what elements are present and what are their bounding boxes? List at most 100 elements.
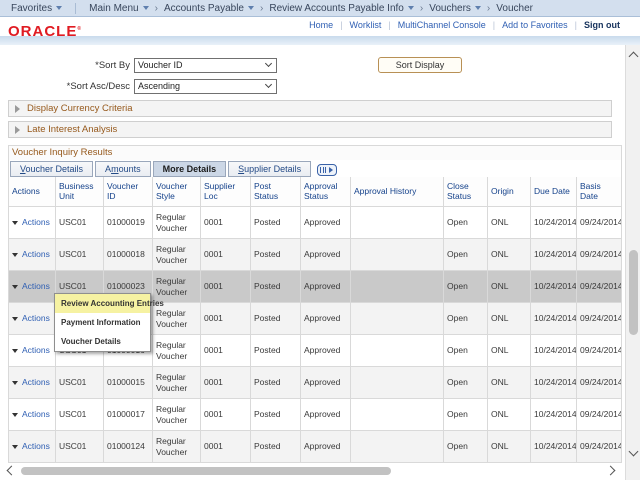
cell-approval-history	[351, 207, 444, 238]
cell-approval-history	[351, 367, 444, 398]
actions-link[interactable]: Actions	[22, 409, 50, 419]
breadcrumb: Favorites Main Menu › Accounts Payable › Rev…	[0, 0, 640, 17]
breadcrumb-item-accounts-payable[interactable]: Accounts Payable	[164, 3, 254, 14]
grid-columns-icon[interactable]	[317, 164, 337, 176]
actions-link[interactable]: Actions	[22, 441, 50, 451]
sort-display-button[interactable]: Sort Display	[378, 57, 462, 73]
sign-out-link[interactable]: Sign out	[584, 20, 620, 30]
actions-dropdown-icon[interactable]	[12, 445, 18, 449]
cell-supplier-loc: 0001	[201, 399, 251, 430]
cell-supplier-loc: 0001	[201, 431, 251, 462]
sort-asc-desc-value: Ascending	[138, 81, 180, 91]
breadcrumb-separator: ›	[420, 3, 423, 14]
actions-link[interactable]: Actions	[22, 249, 50, 259]
column-header-due-date[interactable]: Due Date	[531, 177, 577, 206]
breadcrumb-item-review-accounts-payable-info[interactable]: Review Accounts Payable Info	[269, 3, 414, 14]
section-display-currency-criteria[interactable]: Display Currency Criteria	[8, 100, 612, 117]
column-header-actions[interactable]: Actions	[9, 177, 56, 206]
column-header-voucher-id[interactable]: Voucher ID	[104, 177, 153, 206]
column-header-supplier-loc[interactable]: Supplier Loc	[201, 177, 251, 206]
actions-link[interactable]: Actions	[22, 313, 50, 323]
cell-due-date: 10/24/2014	[531, 207, 577, 238]
actions-dropdown-icon[interactable]	[12, 317, 18, 321]
cell-voucher-style: Regular Voucher	[153, 271, 201, 302]
header-link-separator: |	[575, 20, 577, 30]
breadcrumb-separator: ›	[260, 3, 263, 14]
chevron-down-icon	[265, 81, 272, 88]
tab-more-details[interactable]: More Details	[153, 161, 227, 177]
cell-post-status: Posted	[251, 303, 301, 334]
cell-origin: ONL	[488, 399, 531, 430]
header-link-home[interactable]: Home	[309, 20, 333, 30]
cell-post-status: Posted	[251, 271, 301, 302]
sort-by-select[interactable]: Voucher ID	[134, 58, 277, 73]
cell-approval-status: Approved	[301, 271, 351, 302]
cell-approval-history	[351, 271, 444, 302]
breadcrumb-trail: Main Menu › Accounts Payable › Review Accoun…	[86, 3, 536, 14]
cell-voucher-style: Regular Voucher	[153, 367, 201, 398]
header-link-multichannel-console[interactable]: MultiChannel Console	[398, 20, 486, 30]
sort-asc-desc-select[interactable]: Ascending	[134, 79, 277, 94]
scroll-down-icon[interactable]	[629, 447, 639, 457]
expand-arrow-icon	[15, 126, 20, 134]
column-header-approval-history[interactable]: Approval History	[351, 177, 444, 206]
breadcrumb-item-vouchers[interactable]: Vouchers	[429, 3, 481, 14]
vertical-scrollbar-thumb[interactable]	[629, 250, 638, 335]
menu-item-voucher-details[interactable]: Voucher Details	[55, 332, 150, 351]
cell-approval-history	[351, 431, 444, 462]
tab-amounts[interactable]: Amounts	[95, 161, 151, 177]
actions-link[interactable]: Actions	[22, 217, 50, 227]
column-header-voucher-style[interactable]: Voucher Style	[153, 177, 201, 206]
tab-voucher-details[interactable]: Voucher Details	[10, 161, 93, 177]
column-header-approval-status[interactable]: Approval Status	[301, 177, 351, 206]
scroll-up-icon[interactable]	[629, 52, 639, 62]
chevron-down-icon	[475, 6, 481, 10]
actions-dropdown-icon[interactable]	[12, 381, 18, 385]
menu-item-payment-information[interactable]: Payment Information	[55, 313, 150, 332]
actions-link[interactable]: Actions	[22, 345, 50, 355]
favorites-menu[interactable]: Favorites	[11, 3, 62, 14]
section-late-interest-analysis[interactable]: Late Interest Analysis	[8, 121, 612, 138]
actions-dropdown-icon[interactable]	[12, 413, 18, 417]
cell-voucher-id: 01000018	[104, 239, 153, 270]
cell-due-date: 10/24/2014	[531, 431, 577, 462]
column-header-business-unit[interactable]: Business Unit	[56, 177, 104, 206]
scroll-right-icon[interactable]	[606, 466, 616, 476]
breadcrumb-item-voucher[interactable]: Voucher	[496, 3, 533, 14]
header-link-worklist[interactable]: Worklist	[350, 20, 382, 30]
actions-link[interactable]: Actions	[22, 377, 50, 387]
results-tabs-row: Voucher DetailsAmountsMore DetailsSuppli…	[9, 160, 621, 177]
scroll-left-icon[interactable]	[7, 466, 17, 476]
breadcrumb-item-label: Accounts Payable	[164, 3, 244, 14]
actions-dropdown-icon[interactable]	[12, 253, 18, 257]
column-header-post-status[interactable]: Post Status	[251, 177, 301, 206]
cell-actions: Actions	[9, 303, 56, 334]
actions-link[interactable]: Actions	[22, 281, 50, 291]
cell-basis-date: 09/24/2014	[577, 399, 621, 430]
cell-voucher-style: Regular Voucher	[153, 335, 201, 366]
cell-post-status: Posted	[251, 367, 301, 398]
cell-post-status: Posted	[251, 239, 301, 270]
tab-supplier-details[interactable]: Supplier Details	[228, 161, 311, 177]
actions-dropdown-icon[interactable]	[12, 221, 18, 225]
cell-approval-status: Approved	[301, 303, 351, 334]
cell-actions: Actions	[9, 399, 56, 430]
column-header-origin[interactable]: Origin	[488, 177, 531, 206]
cell-close-status: Open	[444, 207, 488, 238]
cell-basis-date: 09/24/2014	[577, 239, 621, 270]
cell-origin: ONL	[488, 207, 531, 238]
cell-supplier-loc: 0001	[201, 335, 251, 366]
cell-approval-status: Approved	[301, 239, 351, 270]
breadcrumb-separator: ›	[155, 3, 158, 14]
cell-origin: ONL	[488, 271, 531, 302]
header-link-add-to-favorites[interactable]: Add to Favorites	[502, 20, 568, 30]
actions-dropdown-icon[interactable]	[12, 349, 18, 353]
column-header-close-status[interactable]: Close Status	[444, 177, 488, 206]
column-header-basis-date[interactable]: Basis Date	[577, 177, 621, 206]
actions-dropdown-icon[interactable]	[12, 285, 18, 289]
horizontal-scrollbar-thumb[interactable]	[21, 467, 391, 475]
cell-origin: ONL	[488, 303, 531, 334]
peoplesoft-voucher-page: Favorites Main Menu › Accounts Payable › Rev…	[0, 0, 640, 480]
menu-item-review-accounting-entries[interactable]: Review Accounting Entries	[55, 294, 150, 313]
breadcrumb-item-main-menu[interactable]: Main Menu	[89, 3, 148, 14]
